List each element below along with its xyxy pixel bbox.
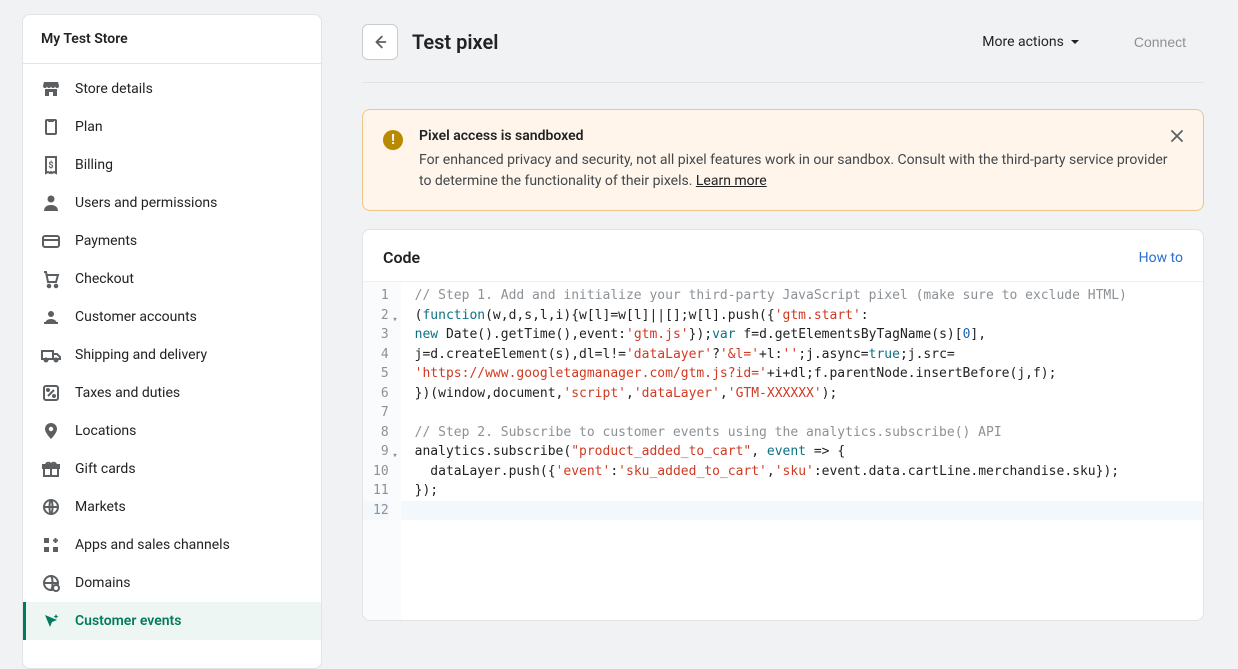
code-card: Code How to 12▾3456789▾101112 // Step 1.… bbox=[362, 229, 1204, 621]
warning-icon: ! bbox=[383, 130, 403, 150]
line-number: 5 bbox=[373, 364, 389, 384]
code-line[interactable]: })(window,document,'script','dataLayer',… bbox=[415, 384, 1193, 404]
sidebar-item-label: Checkout bbox=[75, 271, 134, 287]
code-title: Code bbox=[383, 248, 420, 267]
sandbox-warning-banner: ! Pixel access is sandboxed For enhanced… bbox=[362, 109, 1204, 211]
cursor-sparkle-icon bbox=[41, 611, 61, 631]
banner-body: For enhanced privacy and security, not a… bbox=[419, 150, 1183, 192]
sidebar-item-label: Taxes and duties bbox=[75, 385, 180, 401]
more-actions-label: More actions bbox=[982, 34, 1064, 50]
line-number: 12 bbox=[363, 501, 389, 521]
code-line[interactable]: (function(w,d,s,l,i){w[l]=w[l]||[];w[l].… bbox=[415, 306, 1193, 326]
code-line[interactable]: 'https://www.googletagmanager.com/gtm.js… bbox=[415, 364, 1193, 384]
settings-sidebar: My Test Store Store details Plan $ Billing U… bbox=[22, 14, 322, 669]
learn-more-link[interactable]: Learn more bbox=[696, 173, 767, 189]
sidebar-item-label: Billing bbox=[75, 157, 113, 173]
code-line[interactable]: dataLayer.push({'event':'sku_added_to_ca… bbox=[415, 462, 1193, 482]
line-number-gutter: 12▾3456789▾101112 bbox=[363, 282, 401, 620]
sidebar-item-customer-accounts[interactable]: Customer accounts bbox=[23, 298, 321, 336]
fold-marker-icon[interactable]: ▾ bbox=[392, 447, 397, 467]
sidebar-item-label: Customer events bbox=[75, 613, 181, 629]
page-title: Test pixel bbox=[412, 30, 958, 54]
storefront-icon bbox=[41, 79, 61, 99]
code-line[interactable]: new Date().getTime(),event:'gtm.js'});va… bbox=[415, 325, 1193, 345]
line-number: 1 bbox=[373, 286, 389, 306]
line-number: 9▾ bbox=[373, 442, 389, 462]
sidebar-item-domains[interactable]: Domains bbox=[23, 564, 321, 602]
pin-icon bbox=[41, 421, 61, 441]
code-line[interactable] bbox=[415, 403, 1193, 423]
sidebar-item-payments[interactable]: Payments bbox=[23, 222, 321, 260]
caret-down-icon bbox=[1070, 37, 1080, 47]
sidebar-item-label: Plan bbox=[75, 119, 103, 135]
sidebar-item-checkout[interactable]: Checkout bbox=[23, 260, 321, 298]
main-content: Test pixel More actions Connect ! Pixel … bbox=[322, 0, 1238, 669]
sidebar-item-shipping[interactable]: Shipping and delivery bbox=[23, 336, 321, 374]
clipboard-icon bbox=[41, 117, 61, 137]
sidebar-item-billing[interactable]: $ Billing bbox=[23, 146, 321, 184]
banner-body-text: For enhanced privacy and security, not a… bbox=[419, 152, 1168, 189]
gift-icon bbox=[41, 459, 61, 479]
how-to-link[interactable]: How to bbox=[1139, 250, 1183, 266]
sidebar-item-label: Markets bbox=[75, 499, 126, 515]
arrow-left-icon bbox=[371, 33, 389, 51]
sidebar-item-label: Locations bbox=[75, 423, 136, 439]
sidebar-list: Store details Plan $ Billing Users and permi… bbox=[23, 64, 321, 668]
globe-cog-icon bbox=[41, 573, 61, 593]
line-number: 11 bbox=[373, 481, 389, 501]
sidebar-item-label: Payments bbox=[75, 233, 137, 249]
back-button[interactable] bbox=[362, 24, 398, 60]
sidebar-item-locations[interactable]: Locations bbox=[23, 412, 321, 450]
truck-icon bbox=[41, 345, 61, 365]
banner-close-button[interactable] bbox=[1165, 124, 1189, 148]
sidebar-item-label: Store details bbox=[75, 81, 153, 97]
receipt-icon: $ bbox=[41, 155, 61, 175]
line-number: 8 bbox=[373, 423, 389, 443]
sidebar-item-label: Users and permissions bbox=[75, 195, 217, 211]
sidebar-item-label: Shipping and delivery bbox=[75, 347, 207, 363]
code-line[interactable]: // Step 1. Add and initialize your third… bbox=[415, 286, 1193, 306]
code-line[interactable]: }); bbox=[415, 481, 1193, 501]
sidebar-item-taxes[interactable]: Taxes and duties bbox=[23, 374, 321, 412]
sidebar-item-label: Apps and sales channels bbox=[75, 537, 230, 553]
fold-marker-icon[interactable]: ▾ bbox=[392, 311, 397, 331]
line-number: 4 bbox=[373, 345, 389, 365]
sidebar-item-plan[interactable]: Plan bbox=[23, 108, 321, 146]
line-number: 2▾ bbox=[373, 306, 389, 326]
cart-icon bbox=[41, 269, 61, 289]
sidebar-item-markets[interactable]: Markets bbox=[23, 488, 321, 526]
percent-icon bbox=[41, 383, 61, 403]
card-icon bbox=[41, 231, 61, 251]
sidebar-item-gift-cards[interactable]: Gift cards bbox=[23, 450, 321, 488]
code-line[interactable]: // Step 2. Subscribe to customer events … bbox=[415, 423, 1193, 443]
connect-button[interactable]: Connect bbox=[1116, 26, 1204, 58]
banner-title: Pixel access is sandboxed bbox=[419, 128, 1183, 144]
line-number: 10 bbox=[373, 462, 389, 482]
sidebar-item-store-details[interactable]: Store details bbox=[23, 70, 321, 108]
sidebar-item-users[interactable]: Users and permissions bbox=[23, 184, 321, 222]
close-icon bbox=[1170, 129, 1184, 143]
store-name: My Test Store bbox=[23, 15, 321, 63]
person-icon bbox=[41, 193, 61, 213]
globe-icon bbox=[41, 497, 61, 517]
profile-icon bbox=[41, 307, 61, 327]
svg-text:$: $ bbox=[48, 160, 53, 171]
sidebar-item-label: Gift cards bbox=[75, 461, 136, 477]
code-line[interactable]: j=d.createElement(s),dl=l!='dataLayer'?'… bbox=[415, 345, 1193, 365]
page-header: Test pixel More actions Connect bbox=[362, 14, 1204, 83]
grid-plus-icon bbox=[41, 535, 61, 555]
line-number: 3 bbox=[373, 325, 389, 345]
more-actions-dropdown[interactable]: More actions bbox=[972, 26, 1090, 58]
sidebar-item-apps[interactable]: Apps and sales channels bbox=[23, 526, 321, 564]
line-number: 6 bbox=[373, 384, 389, 404]
sidebar-item-label: Domains bbox=[75, 575, 130, 591]
line-number: 7 bbox=[373, 403, 389, 423]
code-body[interactable]: // Step 1. Add and initialize your third… bbox=[401, 282, 1203, 620]
code-editor[interactable]: 12▾3456789▾101112 // Step 1. Add and ini… bbox=[363, 281, 1203, 620]
code-header: Code How to bbox=[363, 230, 1203, 281]
sidebar-item-customer-events[interactable]: Customer events bbox=[23, 602, 321, 640]
code-line[interactable]: analytics.subscribe("product_added_to_ca… bbox=[415, 442, 1193, 462]
sidebar-item-label: Customer accounts bbox=[75, 309, 197, 325]
code-line[interactable] bbox=[401, 501, 1203, 521]
